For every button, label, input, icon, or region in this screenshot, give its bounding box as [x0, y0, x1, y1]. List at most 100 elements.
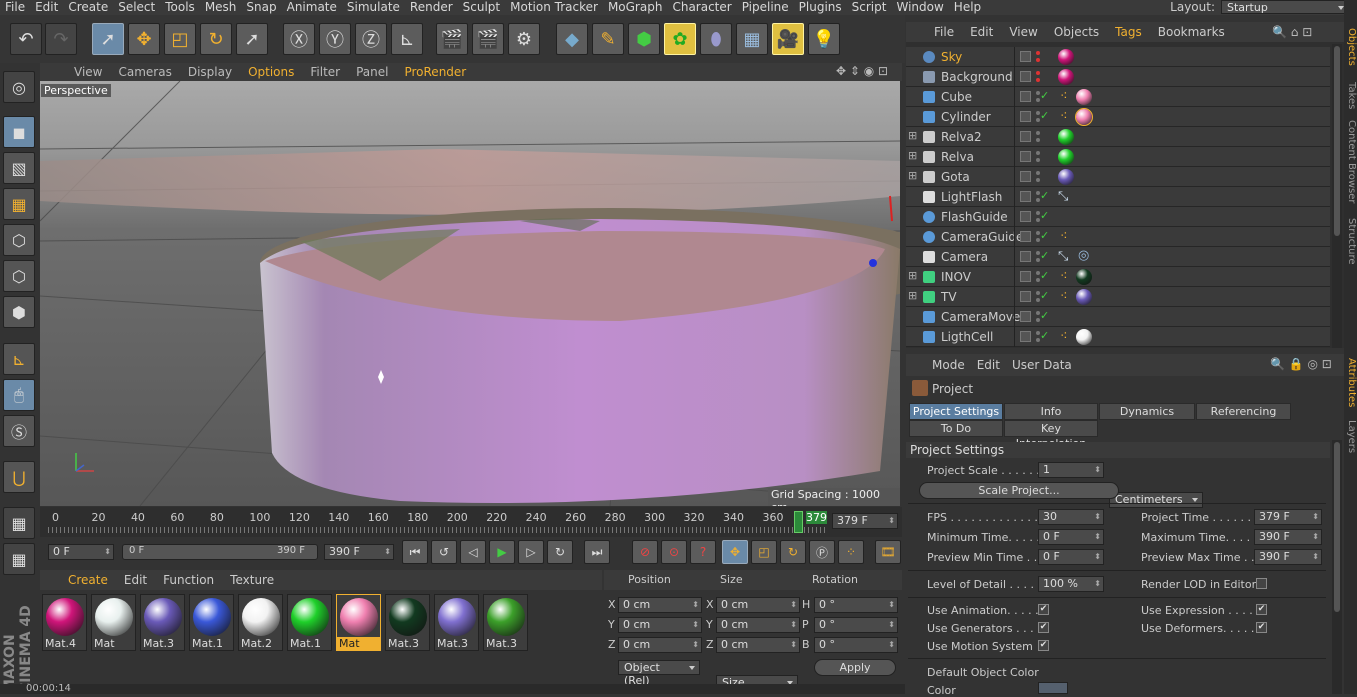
keyframe-selection-icon[interactable]: ? — [690, 540, 716, 564]
key-position-icon[interactable]: ✥ — [722, 540, 748, 564]
timeline-playhead[interactable] — [794, 511, 803, 533]
attribute-menu-edit[interactable]: Edit — [971, 358, 1006, 372]
scale-icon[interactable]: ◰ — [164, 23, 196, 55]
layer-icon[interactable] — [1020, 131, 1031, 142]
uvw-tag-icon[interactable]: ⁖ — [1060, 89, 1068, 104]
live-selection-icon[interactable]: ➚ — [92, 23, 124, 55]
object-menu-objects[interactable]: Objects — [1046, 25, 1107, 39]
side-tab-structure[interactable]: Structure — [1346, 218, 1357, 265]
menu-create[interactable]: Create — [63, 0, 113, 15]
planar-workplane-icon[interactable]: ▦ — [3, 543, 35, 575]
viewport-menu-view[interactable]: View — [66, 65, 110, 79]
viewport-nav-icons[interactable]: ✥ ⇕ ◉ ⊡ — [836, 64, 888, 78]
use-generators-checkbox[interactable]: ✔ — [1038, 622, 1049, 633]
menu-sculpt[interactable]: Sculpt — [458, 0, 505, 15]
material-tag-icon[interactable] — [1076, 269, 1092, 285]
layer-icon[interactable] — [1020, 211, 1031, 222]
rotate-icon[interactable]: ↻ — [200, 23, 232, 55]
layer-icon[interactable] — [1020, 291, 1031, 302]
camera-icon[interactable]: 🎥 — [772, 23, 804, 55]
render-visibility-dot[interactable] — [1036, 158, 1040, 162]
menu-edit[interactable]: Edit — [30, 0, 63, 15]
enabled-check-icon[interactable]: ✓ — [1040, 109, 1049, 122]
menu-select[interactable]: Select — [113, 0, 160, 15]
uvw-tag-icon[interactable]: ⁖ — [1060, 289, 1068, 304]
material-swatch[interactable]: Mat.2 — [238, 594, 283, 651]
key-pla-icon[interactable]: ⁘ — [838, 540, 864, 564]
expand-icon[interactable]: ⊞ — [908, 149, 917, 162]
tab-info[interactable]: Info — [1004, 403, 1098, 420]
viewport-menu-panel[interactable]: Panel — [348, 65, 396, 79]
material-tag-icon[interactable] — [1058, 49, 1074, 65]
render-visibility-dot[interactable] — [1036, 78, 1040, 82]
layer-icon[interactable] — [1020, 331, 1031, 342]
size-field[interactable]: 0 cm — [716, 637, 800, 653]
enabled-check-icon[interactable]: ✓ — [1040, 289, 1049, 302]
material-tag-icon[interactable] — [1075, 108, 1093, 126]
attribute-scrollbar[interactable] — [1332, 440, 1342, 694]
layer-icon[interactable] — [1020, 51, 1031, 62]
position-field[interactable]: 0 cm — [618, 617, 702, 633]
menu-pipeline[interactable]: Pipeline — [737, 0, 794, 15]
material-swatch[interactable]: Mat.3 — [140, 594, 185, 651]
object-row[interactable]: CameraMove ✓ — [906, 307, 1330, 327]
size-field[interactable]: 0 cm — [716, 617, 800, 633]
material-swatch[interactable]: Mat.1 — [189, 594, 234, 651]
undo-button[interactable]: ↶ — [10, 23, 42, 55]
render-visibility-dot[interactable] — [1036, 138, 1040, 142]
side-tab-layers[interactable]: Layers — [1346, 420, 1357, 453]
editor-visibility-dot[interactable] — [1036, 51, 1040, 55]
object-menu-bookmarks[interactable]: Bookmarks — [1150, 25, 1233, 39]
end-frame-field[interactable]: 390 F — [324, 544, 394, 560]
goto-start-icon[interactable]: ⏮ — [402, 540, 428, 564]
object-row[interactable]: ⊞ Relva2 — [906, 127, 1330, 147]
material-menu-texture[interactable]: Texture — [222, 573, 282, 587]
level-of-detail-field[interactable]: 100 % — [1038, 576, 1104, 592]
expand-icon[interactable]: ⊞ — [908, 269, 917, 282]
layer-icon[interactable] — [1020, 171, 1031, 182]
use-animation-checkbox[interactable]: ✔ — [1038, 604, 1049, 615]
next-frame-icon[interactable]: ▷ — [518, 540, 544, 564]
magnet-icon[interactable]: ⋃ — [3, 461, 35, 493]
menu-tools[interactable]: Tools — [160, 0, 200, 15]
workplane-lock-icon[interactable]: ▦ — [3, 507, 35, 539]
minimum-time-field[interactable]: 0 F — [1038, 529, 1104, 545]
object-row[interactable]: Cube ✓ ⁖ — [906, 87, 1330, 107]
material-swatch[interactable]: Mat.1 — [287, 594, 332, 651]
menu-mesh[interactable]: Mesh — [200, 0, 242, 15]
menu-plugins[interactable]: Plugins — [794, 0, 847, 15]
object-menu-edit[interactable]: Edit — [962, 25, 1001, 39]
key-rotation-icon[interactable]: ↻ — [780, 540, 806, 564]
rotation-field[interactable]: 0 ° — [814, 597, 898, 613]
object-scrollbar[interactable] — [1332, 44, 1342, 348]
menu-motion-tracker[interactable]: Motion Tracker — [505, 0, 603, 15]
render-settings-icon[interactable]: ⚙ — [508, 23, 540, 55]
preview-min-field[interactable]: 0 F — [1038, 549, 1104, 565]
layer-icon[interactable] — [1020, 111, 1031, 122]
position-field[interactable]: 0 cm — [618, 637, 702, 653]
object-menu-file[interactable]: File — [926, 25, 962, 39]
rotation-field[interactable]: 0 ° — [814, 617, 898, 633]
material-menu-function[interactable]: Function — [155, 573, 222, 587]
record-keys-icon[interactable]: ⊘ — [632, 540, 658, 564]
render-visibility-dot[interactable] — [1036, 58, 1040, 62]
viewport-menu-cameras[interactable]: Cameras — [110, 65, 179, 79]
object-row[interactable]: LigthCell ✓ ⁖ — [906, 327, 1330, 347]
pen-spline-icon[interactable]: ✎ — [592, 23, 624, 55]
tab-to-do[interactable]: To Do — [909, 420, 1003, 437]
units-dropdown[interactable]: Centimeters — [1109, 492, 1203, 508]
menu-window[interactable]: Window — [891, 0, 948, 15]
editor-visibility-dot[interactable] — [1036, 171, 1040, 175]
viewport-menu-filter[interactable]: Filter — [302, 65, 348, 79]
make-editable-icon[interactable]: ◎ — [3, 71, 35, 103]
play-icon[interactable]: ▶ — [489, 540, 515, 564]
goto-end-icon[interactable]: ⏭ — [584, 540, 610, 564]
fps-field[interactable]: 30 — [1038, 509, 1104, 525]
editor-visibility-dot[interactable] — [1036, 131, 1040, 135]
z-axis-icon[interactable]: Ⓩ — [355, 23, 387, 55]
material-tag-icon[interactable] — [1058, 69, 1074, 85]
deformer-icon[interactable]: ⬮ — [700, 23, 732, 55]
object-search-icon[interactable]: 🔍 ⌂ ⊡ — [1272, 25, 1312, 39]
range-slider[interactable]: 0 F 390 F — [122, 544, 318, 560]
viewport-menu-prorender[interactable]: ProRender — [396, 65, 474, 79]
